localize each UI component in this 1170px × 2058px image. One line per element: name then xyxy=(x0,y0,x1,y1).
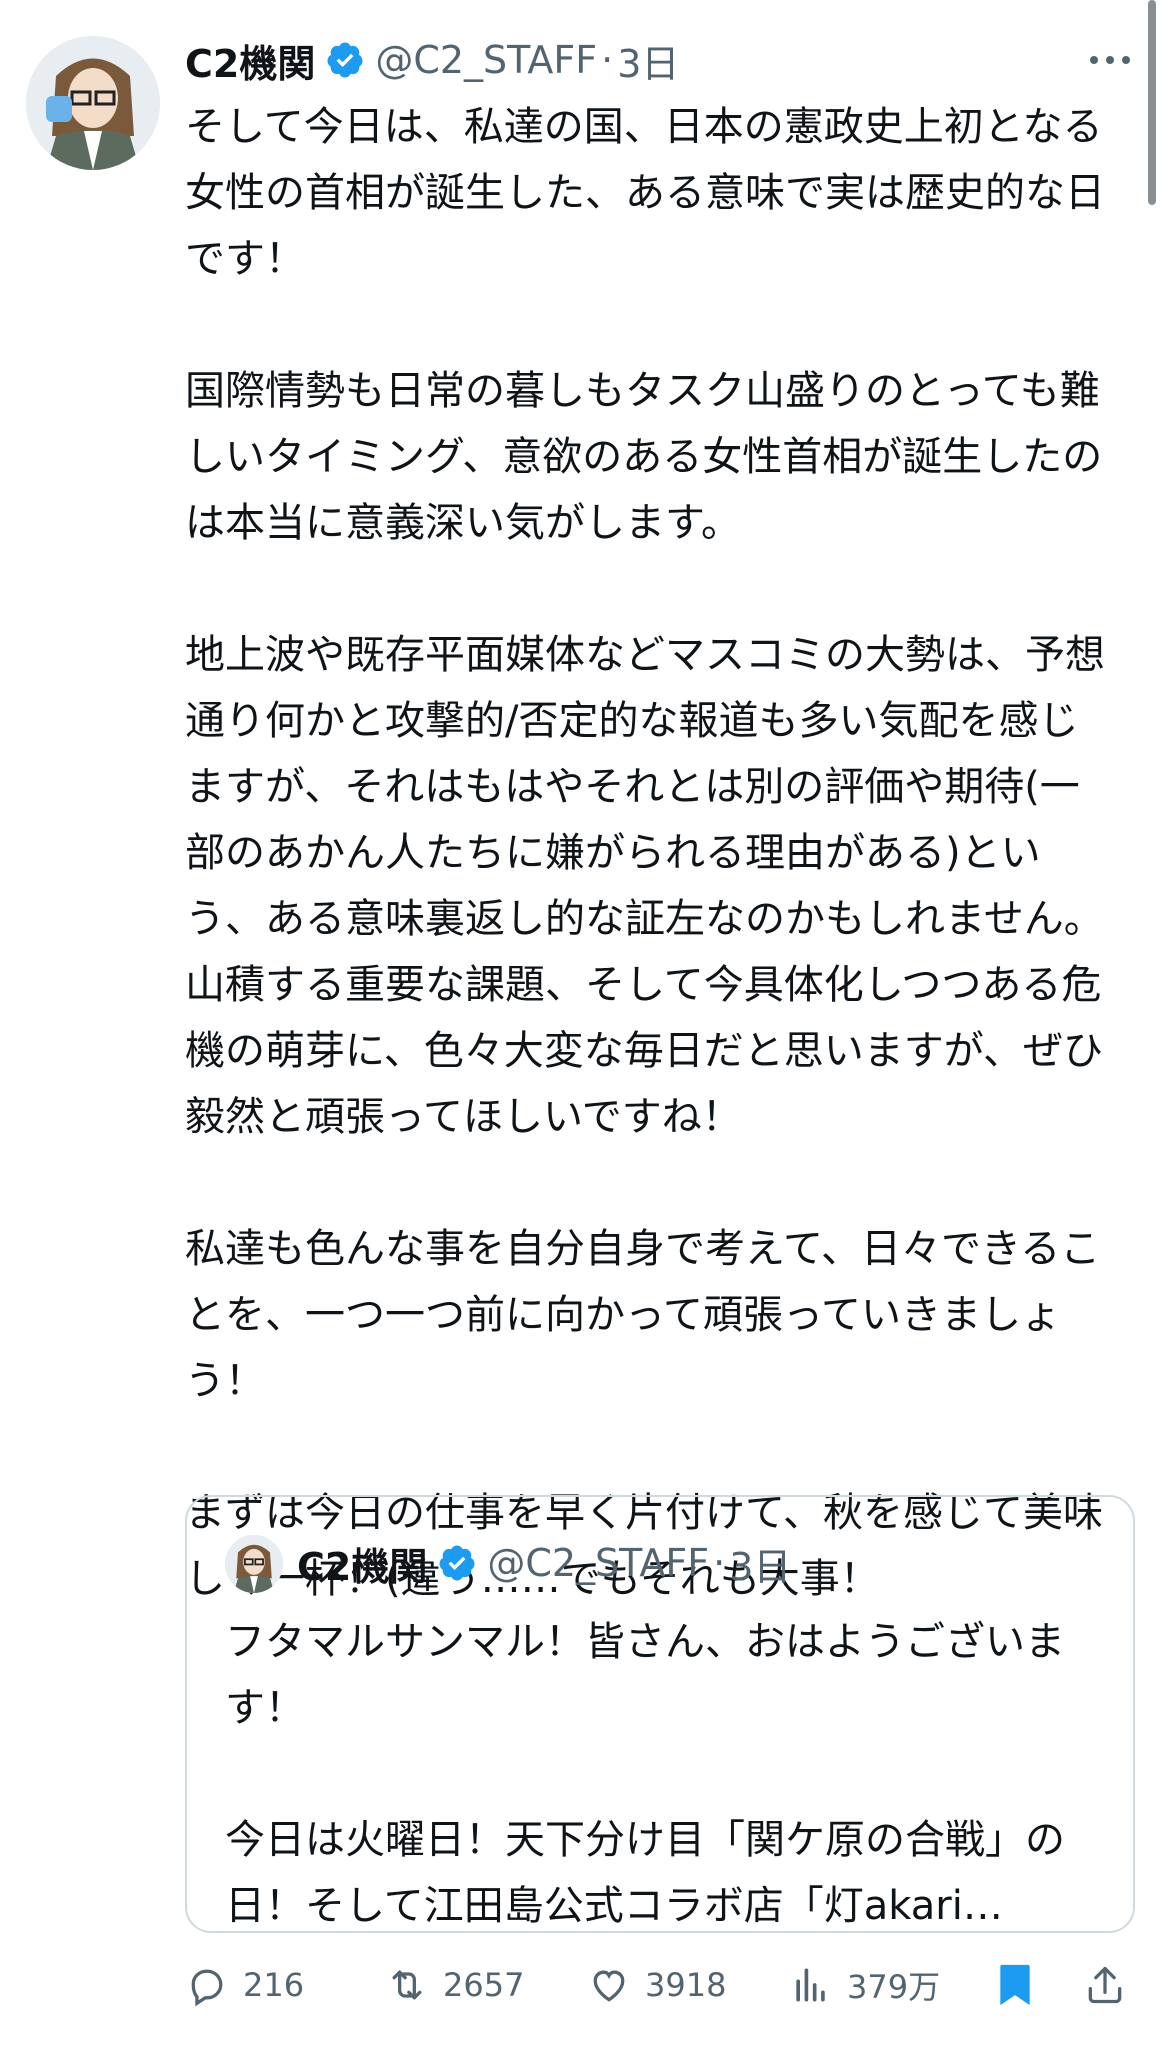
reply-button[interactable]: 216 xyxy=(185,1950,304,2020)
retweet-icon xyxy=(385,1963,429,2007)
quoted-tweet[interactable]: C2機関 @C2_STAFF · 3日 フタマルサンマル！皆さん、おはようござい… xyxy=(185,1495,1135,1933)
action-bar: 216 2657 3918 379万 xyxy=(185,1950,1145,2020)
like-icon xyxy=(587,1963,631,2007)
like-count: 3918 xyxy=(645,1966,727,2004)
author-handle[interactable]: @C2_STAFF xyxy=(375,38,597,82)
verified-badge-icon xyxy=(325,40,365,80)
bookmark-icon xyxy=(993,1961,1037,2009)
separator: · xyxy=(713,1541,726,1585)
share-button[interactable] xyxy=(1083,1950,1127,2020)
quoted-author-name: C2機関 xyxy=(297,1544,428,1589)
views-count: 379万 xyxy=(847,1968,941,2006)
tweet-header: C2機関 @C2_STAFF · 3日 xyxy=(185,30,679,90)
avatar[interactable] xyxy=(26,36,160,170)
scrollbar[interactable] xyxy=(1148,0,1156,205)
views-button[interactable]: 379万 xyxy=(789,1950,940,2020)
author-name[interactable]: C2機関 xyxy=(185,33,315,88)
quoted-timestamp: 3日 xyxy=(729,1544,792,1589)
like-button[interactable]: 3918 xyxy=(587,1950,726,2020)
more-icon[interactable] xyxy=(1080,40,1140,80)
quoted-handle: @C2_STAFF xyxy=(487,1541,710,1585)
bookmark-button[interactable] xyxy=(993,1950,1037,2020)
quoted-avatar xyxy=(225,1535,283,1593)
tweet-text: そして今日は、私達の国、日本の憲政史上初となる女性の首相が誕生した、ある意味で実… xyxy=(185,104,1105,1602)
retweet-count: 2657 xyxy=(443,1966,525,2004)
reply-icon xyxy=(185,1963,229,2007)
views-icon xyxy=(789,1963,833,2007)
quoted-header: C2機関 @C2_STAFF · 3日 xyxy=(297,1533,791,1593)
verified-badge-icon xyxy=(437,1543,477,1583)
retweet-button[interactable]: 2657 xyxy=(385,1950,524,2020)
reply-count: 216 xyxy=(243,1966,305,2004)
timestamp[interactable]: 3日 xyxy=(617,33,679,88)
quoted-text: フタマルサンマル！皆さん、おはようございます！ 今日は火曜日！天下分け目「関ケ原… xyxy=(225,1619,1065,1929)
share-icon xyxy=(1083,1963,1127,2007)
separator: · xyxy=(601,38,614,82)
